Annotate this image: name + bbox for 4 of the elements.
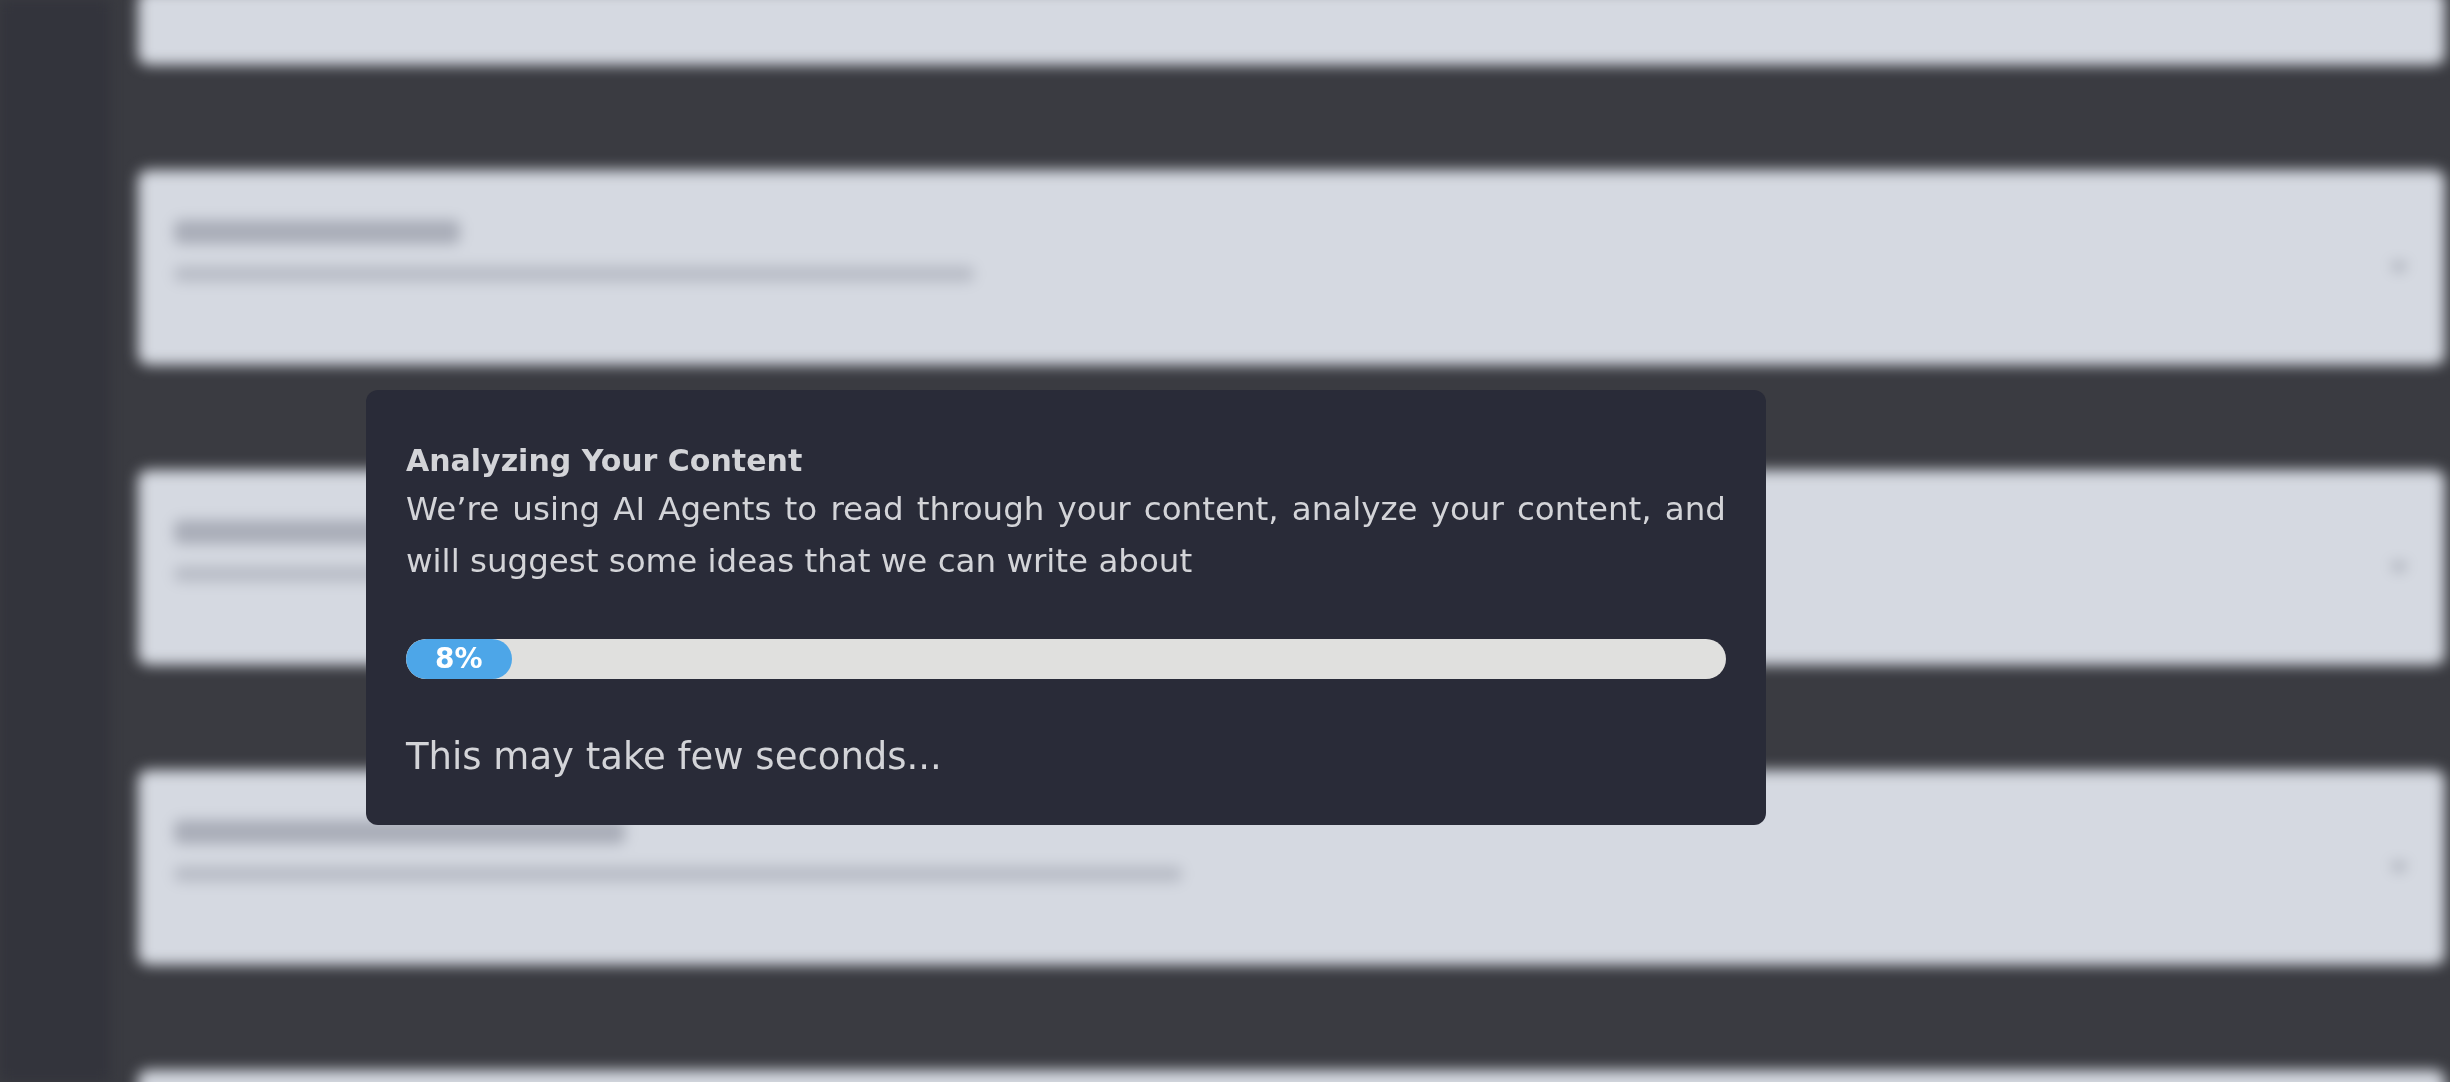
dialog-title: Analyzing Your Content bbox=[406, 442, 804, 480]
progress-fill: 8% bbox=[406, 639, 512, 679]
dialog-message: We’re using AI Agents to read through your content, analyze your content, and will suggest some ideas that we can write about bbox=[406, 489, 1726, 582]
wait-note: This may take few seconds... bbox=[406, 734, 943, 780]
